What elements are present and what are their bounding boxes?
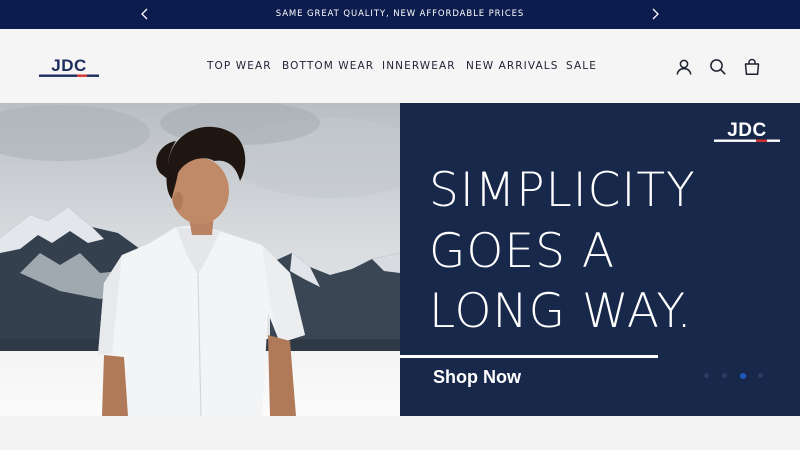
page-content-area [0,416,800,450]
headline-line-2: GOES A [429,223,616,279]
site-header: JDC TOP WEAR BOTTOM WEAR INNERWEAR NEW A… [0,29,800,103]
headline-line-1: SIMPLICITY [429,163,696,218]
hero-banner[interactable]: JDC SIMPLICITY GOES A LONG WAY. Shop Now [0,103,800,416]
slide-dot-3[interactable] [740,372,746,379]
hero-headline: SIMPLICITY GOES A LONG WAY. [429,161,696,343]
search-icon[interactable] [708,57,728,77]
nav-item-bottom-wear[interactable]: BOTTOM WEAR [282,60,374,72]
nav-item-new-arrivals[interactable]: NEW ARRIVALS [466,60,559,72]
headline-line-3: LONG WAY. [429,284,693,339]
nav-item-sale[interactable]: SALE [566,60,597,72]
announcement-text: SAME GREAT QUALITY, NEW AFFORDABLE PRICE… [275,9,525,19]
announcement-bar: SAME GREAT QUALITY, NEW AFFORDABLE PRICE… [0,0,800,29]
slide-dot-4[interactable] [758,373,763,378]
hero-divider [400,355,658,358]
slide-dot-2[interactable] [722,373,727,378]
nav-item-top-wear[interactable]: TOP WEAR [207,60,272,72]
nav-item-innerwear[interactable]: INNERWEAR [382,60,456,72]
cart-icon[interactable] [742,57,762,77]
slide-dot-1[interactable] [704,373,709,378]
hero-panel: JDC SIMPLICITY GOES A LONG WAY. Shop Now [400,103,800,416]
svg-text:JDC: JDC [727,120,767,141]
chevron-right-icon[interactable] [647,6,663,22]
hero-image [0,103,400,416]
account-icon[interactable] [674,57,694,77]
jdc-logo-panel: JDC [714,120,780,142]
shop-now-button[interactable]: Shop Now [433,367,521,388]
